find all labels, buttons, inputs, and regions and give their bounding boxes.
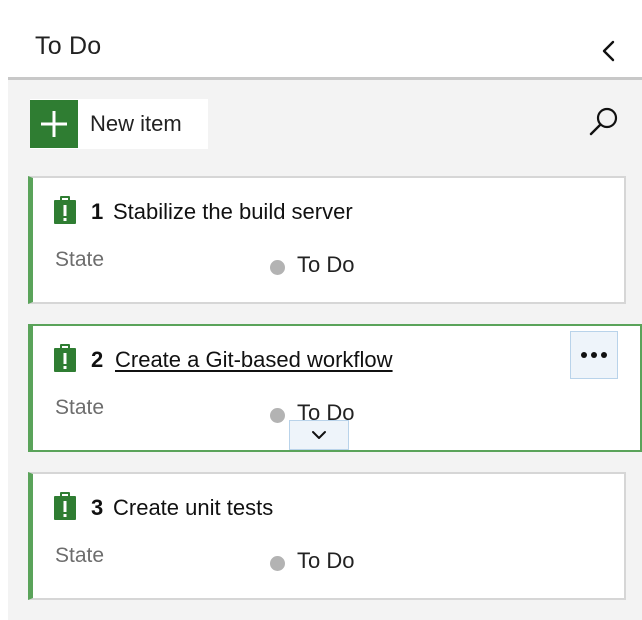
work-item-title[interactable]: Stabilize the build server [113,199,353,225]
panel-title: To Do [35,32,102,60]
chevron-left-icon [602,40,615,62]
work-item-id: 3 [91,495,104,520]
task-clipboard-icon [54,196,76,224]
state-value[interactable]: To Do [297,252,354,278]
state-indicator [270,556,285,571]
state-indicator [270,408,285,423]
work-item-id: 2 [91,347,104,372]
state-label: State [55,544,105,567]
new-item-button[interactable]: New item [30,99,208,149]
task-clipboard-icon [54,344,76,372]
work-item-title[interactable]: Create unit tests [113,495,273,521]
state-label: State [55,396,105,419]
search-button[interactable] [586,104,622,140]
work-item-id: 1 [91,199,104,224]
new-item-label: New item [90,111,182,136]
more-actions-button[interactable] [570,331,618,379]
task-clipboard-icon [54,492,76,520]
panel-header: To Do [0,0,642,80]
state-label: State [55,248,105,271]
work-item-title-link[interactable]: Create a Git-based workflow [115,347,393,373]
work-item-card[interactable]: 1 Stabilize the build server State To Do [28,176,626,304]
collapse-button[interactable] [592,34,626,68]
chevron-down-icon [312,431,326,439]
expand-button[interactable] [289,420,349,450]
work-item-card[interactable]: 3 Create unit tests State To Do [28,472,626,600]
search-icon [589,107,618,136]
state-indicator [270,260,285,275]
state-value[interactable]: To Do [297,548,354,574]
work-item-card-selected[interactable]: 2 Create a Git-based workflow State To D… [28,324,642,452]
ellipsis-icon [581,352,607,358]
plus-icon [30,100,78,148]
